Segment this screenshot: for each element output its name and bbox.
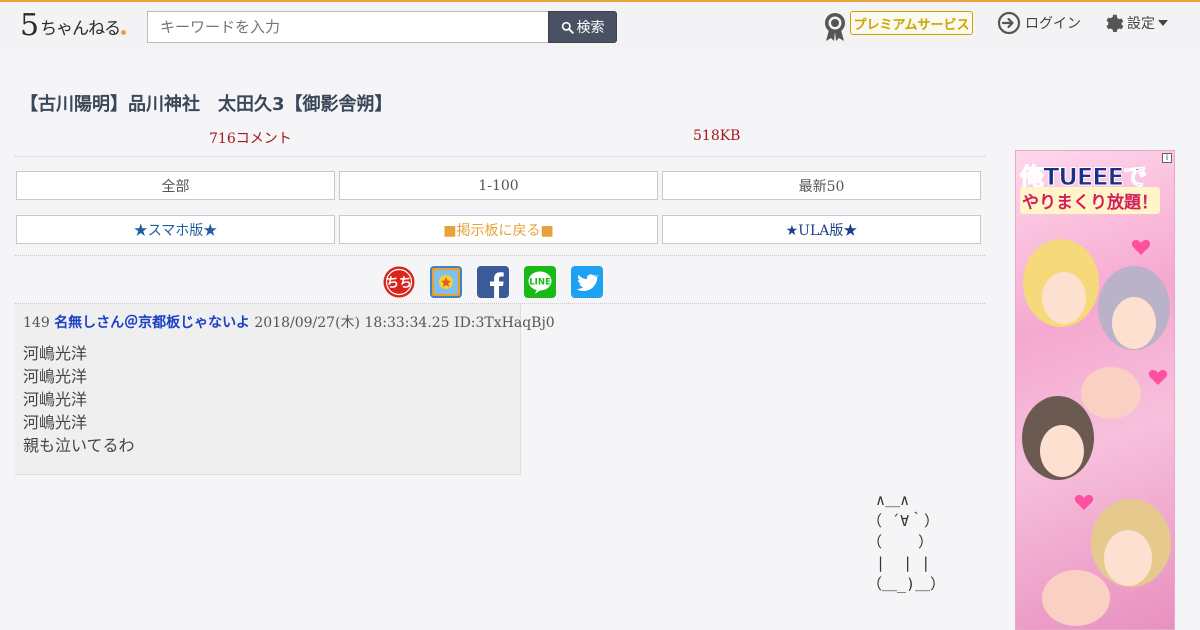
- post-line: 河嶋光洋: [23, 344, 88, 363]
- post-header: 149 名無しさん＠京都板じゃないよ 2018/09/27(木) 18:33:3…: [23, 312, 555, 332]
- search-button-label: 検索: [576, 20, 605, 36]
- share-twitter-button[interactable]: [571, 266, 603, 298]
- ad-headline-2: やりまくり放題！: [1020, 187, 1160, 214]
- post-date: 2018/09/27(木) 18:33:34.25: [254, 315, 450, 331]
- share-hatena-button[interactable]: [430, 266, 462, 298]
- site-logo[interactable]: 5 ちゃんねる: [20, 8, 127, 43]
- ad-close-icon[interactable]: i: [1162, 153, 1172, 163]
- line-icon: LINE: [528, 271, 552, 294]
- smartphone-version-link[interactable]: ★スマホ版★: [16, 215, 335, 244]
- settings-menu[interactable]: 設定: [1102, 10, 1168, 36]
- search-icon: [561, 21, 574, 34]
- login-button[interactable]: ログイン: [997, 10, 1081, 36]
- logo-dot: [121, 29, 127, 35]
- advertisement-banner[interactable]: i 俺TUEEEで やりまくり放題！: [1015, 150, 1175, 630]
- bookmark-share-icon: [434, 270, 458, 294]
- back-to-board-link[interactable]: ■掲示板に戻る■: [339, 215, 658, 244]
- caret-down-icon: [1158, 20, 1168, 26]
- post-149: 149 名無しさん＠京都板じゃないよ 2018/09/27(木) 18:33:3…: [15, 304, 555, 475]
- premium-service-button[interactable]: プレミアムサービス: [850, 11, 973, 35]
- facebook-icon: [490, 272, 504, 298]
- share-5ch-button[interactable]: ちち: [383, 266, 415, 298]
- settings-label: 設定: [1127, 16, 1155, 32]
- award-ribbon-icon: [825, 13, 845, 41]
- post-number[interactable]: 149: [23, 315, 50, 331]
- post-line: 河嶋光洋: [23, 413, 88, 432]
- share-line-button[interactable]: LINE: [524, 266, 556, 298]
- ula-version-link[interactable]: ★ULA版★: [662, 215, 981, 244]
- post-author-name: 名無しさん＠京都板じゃないよ: [54, 315, 250, 331]
- thread-size: 518KB: [693, 128, 741, 144]
- ad-illustration: [1022, 239, 1171, 626]
- post-line: 河嶋光洋: [23, 390, 88, 409]
- site-header: 5 ちゃんねる 検索 プレミアムサービス ログイン 設定: [0, 2, 1200, 50]
- share-facebook-button[interactable]: [477, 266, 509, 298]
- search-button[interactable]: 検索: [548, 11, 617, 43]
- 5ch-share-icon: ちち: [383, 266, 415, 298]
- svg-text:LINE: LINE: [529, 278, 551, 288]
- ascii-art-cat: ∧＿∧ （ ´∀｀） （ ） | | | （＿_)＿）: [867, 491, 946, 593]
- login-icon: [997, 11, 1021, 35]
- latest-50-button[interactable]: 最新50: [662, 171, 981, 200]
- thread-title: 【古川陽明】品川神社 太田久3【御影舎朔】: [20, 94, 393, 115]
- show-all-button[interactable]: 全部: [16, 171, 335, 200]
- logo-mark: 5: [20, 8, 40, 43]
- gear-icon: [1106, 14, 1124, 32]
- post-line: 親も泣いてるわ: [23, 436, 135, 455]
- comment-count: 716コメント: [209, 131, 292, 147]
- divider: [15, 156, 985, 157]
- svg-text:ちち: ちち: [386, 276, 412, 291]
- divider: [15, 255, 985, 256]
- post-body: 河嶋光洋 河嶋光洋 河嶋光洋 河嶋光洋 親も泣いてるわ: [23, 342, 135, 457]
- range-1-100-button[interactable]: 1-100: [339, 171, 658, 200]
- login-label: ログイン: [1025, 16, 1081, 32]
- logo-text: ちゃんねる: [40, 18, 121, 39]
- search-input[interactable]: [147, 11, 549, 43]
- post-line: 河嶋光洋: [23, 367, 88, 386]
- post-id[interactable]: ID:3TxHaqBj0: [454, 315, 555, 331]
- twitter-bird-icon: [576, 274, 600, 291]
